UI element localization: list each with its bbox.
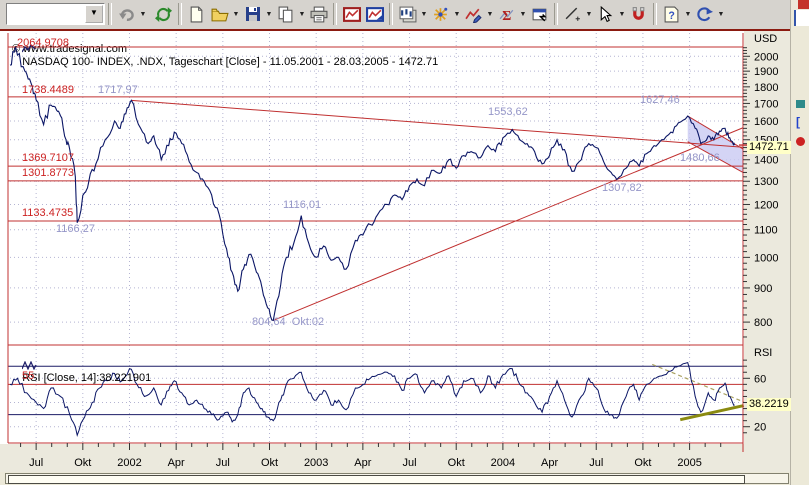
- x-tick-label: Jul: [216, 457, 230, 469]
- swing-point-label: 1166,27: [56, 223, 95, 235]
- y-tick-label: 1600: [754, 116, 778, 128]
- rsi-axis-label: RSI: [754, 347, 773, 359]
- x-tick-label: Jul: [589, 457, 603, 469]
- x-tick-label: Okt: [634, 457, 651, 469]
- rsi-tick-label: 20: [754, 422, 766, 434]
- swing-point-label: 1553,62: [488, 106, 528, 118]
- swing-point-label: 1116,01: [283, 199, 322, 211]
- rsi-title: RSI [Close, 14]:38.221901: [22, 372, 152, 384]
- rsi-support-line: [679, 404, 745, 422]
- x-tick-label: Okt: [448, 457, 465, 469]
- swing-point-label: 1480,66: [680, 152, 720, 164]
- level-value-label: 55: [22, 370, 35, 382]
- x-tick-label: 2003: [304, 457, 328, 469]
- application-window: ▼ ▼ ▼ ▼ ▼ ▼ ▼ ▼ Σ ▼ ▼ ▼ ? ▼ ▼ © www.trad…: [0, 0, 809, 485]
- level-value-label: 1301.8773: [22, 167, 74, 179]
- level-value-label: 1369.7107: [22, 152, 74, 164]
- price-axis-unit: USD: [754, 33, 778, 45]
- x-tick-label: 2004: [491, 457, 515, 469]
- chart-title: NASDAQ 100- INDEX, .NDX, Tageschart [Clo…: [22, 56, 439, 68]
- zigzag-cross-icon: [21, 360, 37, 371]
- current-rsi-badge: 38.2219: [747, 398, 791, 411]
- y-tick-label: 1900: [754, 66, 778, 78]
- y-tick-label: 1800: [754, 82, 778, 94]
- y-tick-label: 1100: [754, 225, 778, 237]
- level-value-label: 1738.4489: [22, 84, 74, 96]
- swing-point-label: 1627,46: [640, 94, 680, 106]
- level-value-label: 2064.9708: [17, 37, 69, 49]
- y-tick-label: 800: [754, 317, 772, 329]
- level-value-label: 1133.4735: [22, 207, 74, 219]
- swing-point-label: 804,64 Okt:02: [252, 316, 325, 328]
- y-tick-label: 1300: [754, 176, 778, 188]
- swing-point-label: 1717,97: [98, 84, 138, 96]
- x-tick-label: Okt: [261, 457, 278, 469]
- x-tick-label: Okt: [74, 457, 91, 469]
- x-tick-label: 2002: [117, 457, 141, 469]
- descending-resistance-line: [131, 99, 744, 148]
- x-tick-label: Apr: [541, 457, 558, 469]
- x-tick-label: Apr: [168, 457, 185, 469]
- ascending-support-line: [273, 127, 744, 321]
- x-tick-label: Apr: [354, 457, 371, 469]
- swing-point-label: 1307,82: [602, 182, 642, 194]
- y-tick-label: 1700: [754, 98, 778, 110]
- x-tick-label: Jul: [29, 457, 43, 469]
- chart-header: NASDAQ 100- INDEX, .NDX, Tageschart [Clo…: [10, 32, 438, 80]
- y-tick-label: 1400: [754, 155, 778, 167]
- y-tick-label: 1000: [754, 252, 778, 264]
- y-tick-label: 1200: [754, 199, 778, 211]
- y-tick-label: 900: [754, 283, 772, 295]
- current-price-badge: 1472.71: [747, 141, 791, 154]
- y-tick-label: 2000: [754, 51, 778, 63]
- x-tick-label: Jul: [403, 457, 417, 469]
- rsi-tick-label: 60: [754, 373, 766, 385]
- x-tick-label: 2005: [677, 457, 701, 469]
